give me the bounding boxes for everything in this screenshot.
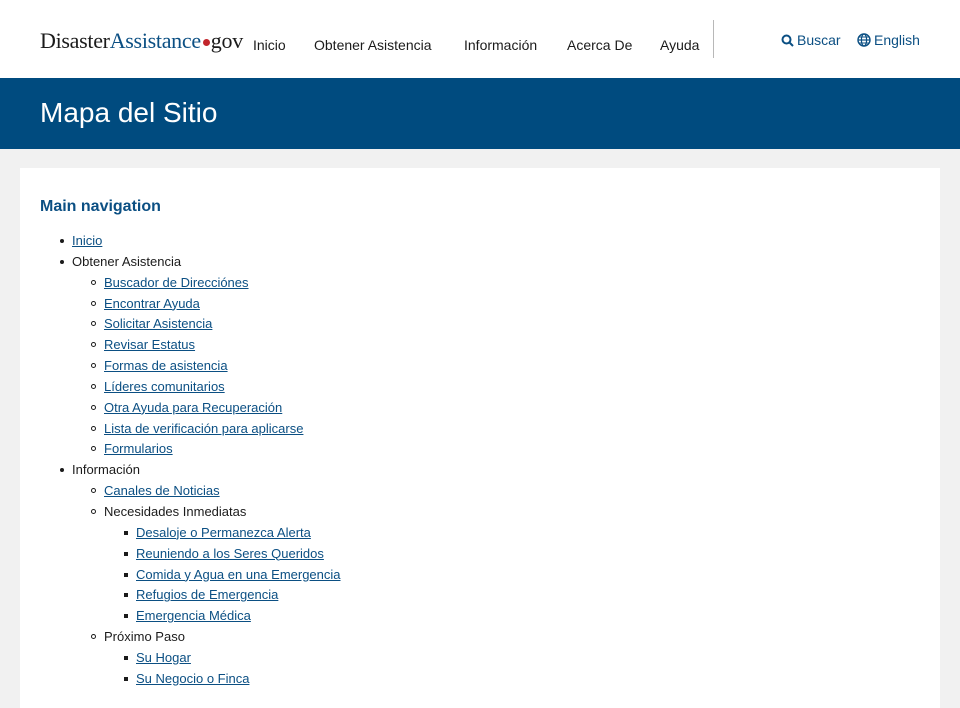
list-item: Formularios <box>91 439 341 460</box>
list-item: Inicio <box>60 231 341 252</box>
sitemap-link[interactable]: Buscador de Direcciónes <box>104 275 249 290</box>
nav-inicio[interactable]: Inicio <box>253 37 286 53</box>
list-item: Reuniendo a los Seres Queridos <box>124 544 341 565</box>
list-item: Información Canales de Noticias Necesida… <box>60 460 341 689</box>
sitemap-sublist-necesidades: Desaloje o Permanezca Alerta Reuniendo a… <box>104 523 341 627</box>
search-button[interactable]: Buscar <box>781 32 841 48</box>
sitemap-section-necesidades: Necesidades Inmediatas <box>104 503 247 519</box>
logo-dot-icon <box>202 38 210 46</box>
sitemap-link[interactable]: Lista de verificación para aplicarse <box>104 421 303 436</box>
logo-text-gov: gov <box>210 28 243 53</box>
list-item: Buscador de Direcciónes <box>91 273 341 294</box>
sitemap-link[interactable]: Formas de asistencia <box>104 358 228 373</box>
list-item: Refugios de Emergencia <box>124 585 341 606</box>
site-header: DisasterAssistance gov Inicio Obtener Asi… <box>0 0 960 78</box>
sitemap-sublist-proximo: Su Hogar Su Negocio o Finca <box>104 648 341 690</box>
logo-text-assistance: Assistance <box>109 28 201 53</box>
sitemap-link[interactable]: Desaloje o Permanezca Alerta <box>136 525 311 540</box>
site-logo[interactable]: DisasterAssistance gov <box>40 28 243 54</box>
sitemap-panel: Main navigation Inicio Obtener Asistenci… <box>20 168 940 708</box>
nav-acerca-de[interactable]: Acerca De <box>567 37 632 53</box>
sitemap-link-inicio[interactable]: Inicio <box>72 233 102 248</box>
sitemap-heading: Main navigation <box>40 198 161 215</box>
nav-obtener-asistencia[interactable]: Obtener Asistencia <box>314 37 432 53</box>
sitemap-link[interactable]: Líderes comunitarios <box>104 379 225 394</box>
sitemap-sublist-informacion: Canales de Noticias Necesidades Inmediat… <box>72 481 341 689</box>
list-item: Necesidades Inmediatas Desaloje o Perman… <box>91 502 341 627</box>
list-item: Su Negocio o Finca <box>124 669 341 690</box>
list-item: Revisar Estatus <box>91 335 341 356</box>
sitemap-link[interactable]: Su Hogar <box>136 650 191 665</box>
sitemap-link[interactable]: Otra Ayuda para Recuperación <box>104 400 282 415</box>
language-toggle[interactable]: English <box>857 32 920 48</box>
sitemap-link[interactable]: Canales de Noticias <box>104 483 220 498</box>
list-item: Obtener Asistencia Buscador de Dirección… <box>60 252 341 461</box>
list-item: Formas de asistencia <box>91 356 341 377</box>
sitemap-link[interactable]: Refugios de Emergencia <box>136 587 278 602</box>
sitemap-link[interactable]: Emergencia Médica <box>136 608 251 623</box>
list-item: Líderes comunitarios <box>91 377 341 398</box>
list-item: Canales de Noticias <box>91 481 341 502</box>
language-label: English <box>874 32 920 48</box>
sitemap-section-informacion: Información <box>72 462 140 478</box>
sitemap-section-proximo: Próximo Paso <box>104 629 185 645</box>
list-item: Solicitar Asistencia <box>91 314 341 335</box>
page-title: Mapa del Sitio <box>40 97 218 128</box>
sitemap-link[interactable]: Su Negocio o Finca <box>136 671 249 686</box>
sitemap-link[interactable]: Comida y Agua en una Emergencia <box>136 567 341 582</box>
list-item: Otra Ayuda para Recuperación <box>91 398 341 419</box>
sitemap-link[interactable]: Solicitar Asistencia <box>104 316 212 331</box>
list-item: Desaloje o Permanezca Alerta <box>124 523 341 544</box>
page-banner: Mapa del Sitio <box>0 78 960 149</box>
logo-text-disaster: Disaster <box>40 28 110 53</box>
globe-icon <box>857 33 871 47</box>
search-label: Buscar <box>797 32 841 48</box>
sitemap-section-obtener: Obtener Asistencia <box>72 253 182 269</box>
sitemap-sublist-obtener: Buscador de Direcciónes Encontrar Ayuda … <box>72 273 341 461</box>
sitemap-list: Inicio Obtener Asistencia Buscador de Di… <box>60 231 341 690</box>
sitemap-link[interactable]: Revisar Estatus <box>104 337 195 352</box>
sitemap-link[interactable]: Reuniendo a los Seres Queridos <box>136 546 324 561</box>
list-item: Encontrar Ayuda <box>91 294 341 315</box>
list-item: Lista de verificación para aplicarse <box>91 419 341 440</box>
list-item: Su Hogar <box>124 648 341 669</box>
list-item: Emergencia Médica <box>124 606 341 627</box>
nav-informacion[interactable]: Información <box>464 37 537 53</box>
nav-ayuda[interactable]: Ayuda <box>660 37 699 53</box>
header-divider <box>713 20 714 58</box>
sitemap-link[interactable]: Encontrar Ayuda <box>104 296 200 311</box>
sitemap-link[interactable]: Formularios <box>104 441 173 456</box>
search-icon <box>781 34 794 47</box>
list-item: Comida y Agua en una Emergencia <box>124 565 341 586</box>
list-item: Próximo Paso Su Hogar Su Negocio o Finca <box>91 627 341 690</box>
